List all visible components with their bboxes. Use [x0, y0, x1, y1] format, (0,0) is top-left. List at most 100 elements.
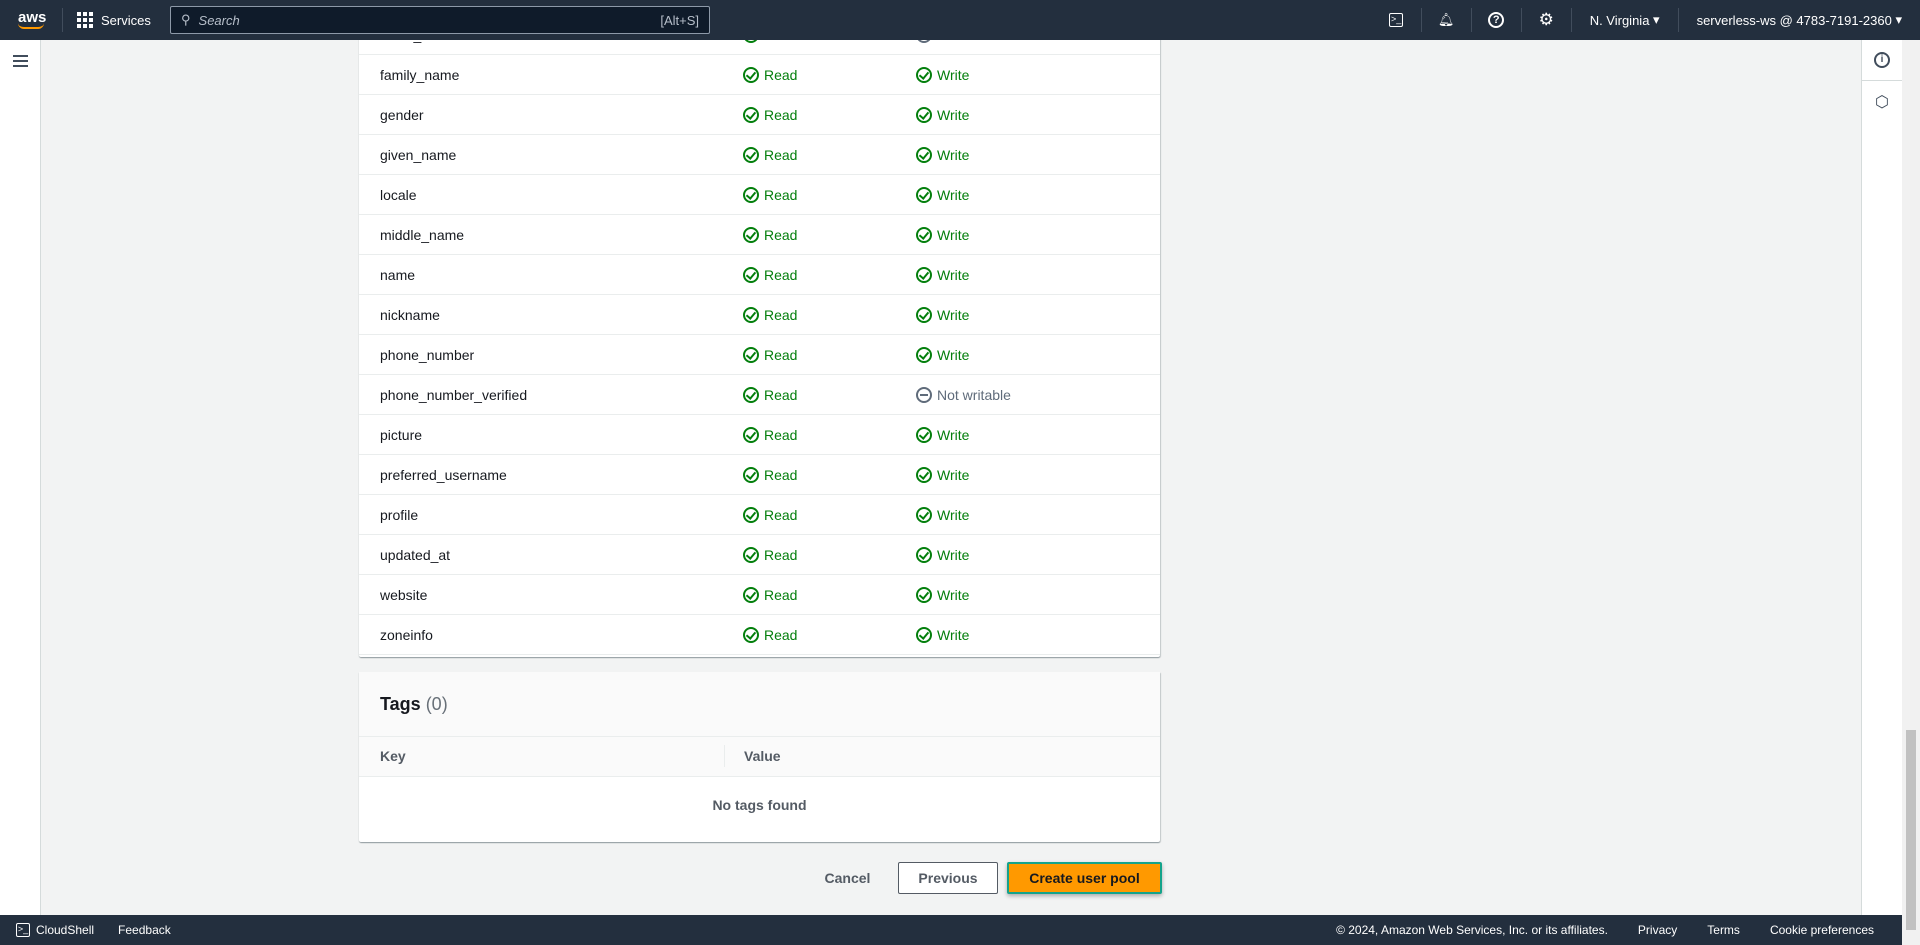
read-status: Read: [743, 506, 798, 523]
check-circle-icon: [743, 506, 759, 523]
read-label: Read: [764, 346, 798, 363]
table-row: given_name Read Write: [359, 135, 1160, 175]
tags-table-header: Key Value: [359, 737, 1160, 777]
attribute-name: gender: [380, 106, 424, 123]
read-label: Read: [764, 546, 798, 563]
wizard-actions: Cancel Previous Create user pool: [800, 862, 1162, 894]
check-circle-icon: [916, 506, 932, 523]
services-menu[interactable]: Services: [77, 12, 151, 28]
create-user-pool-button[interactable]: Create user pool: [1007, 862, 1162, 894]
write-label: Write: [937, 306, 970, 323]
check-circle-icon: [743, 386, 759, 403]
help-icon[interactable]: ?: [1472, 8, 1522, 32]
read-status: Read: [743, 386, 797, 403]
region-selector[interactable]: N. Virginia ▾: [1572, 8, 1679, 32]
previous-button[interactable]: Previous: [898, 862, 998, 894]
attribute-name: picture: [380, 426, 423, 443]
check-circle-icon: [743, 106, 759, 123]
menu-icon[interactable]: [13, 55, 28, 70]
search-placeholder: Search: [198, 12, 240, 28]
write-label: Write: [937, 186, 970, 203]
scrollbar-thumb[interactable]: [1906, 730, 1916, 930]
read-status: Read: [743, 146, 798, 163]
top-navigation: aws Services ⚲ Search [Alt+S] >_ 🔔︎ ? ⚙ …: [0, 0, 1920, 40]
search-input[interactable]: ⚲ Search [Alt+S]: [170, 6, 710, 34]
read-label: Read: [764, 146, 798, 163]
check-circle-icon: [743, 186, 759, 203]
check-circle-icon: [916, 266, 932, 283]
cloudshell-button[interactable]: >_ CloudShell: [16, 923, 94, 937]
check-circle-icon: [743, 306, 759, 323]
check-circle-icon: [916, 586, 932, 603]
logo-text: aws: [18, 9, 47, 26]
read-status: Read: [743, 266, 797, 283]
read-label: Read: [764, 106, 798, 123]
check-circle-icon: [743, 626, 759, 643]
cookie-preferences-link[interactable]: Cookie preferences: [1770, 923, 1874, 937]
read-status: Read: [743, 546, 798, 563]
check-circle-icon: [916, 146, 932, 163]
check-circle-icon: [916, 186, 932, 203]
check-circle-icon: [916, 426, 932, 443]
column-key: Key: [380, 748, 406, 764]
minus-circle-icon: [916, 386, 932, 403]
gear-icon[interactable]: ⚙: [1522, 8, 1572, 32]
write-label: Write: [937, 266, 970, 283]
write-status: Not writable: [916, 386, 1011, 403]
write-label: Write: [937, 506, 970, 523]
terms-link[interactable]: Terms: [1707, 923, 1740, 937]
cancel-button[interactable]: Cancel: [800, 862, 895, 894]
hexagon-icon[interactable]: ⬡: [1862, 81, 1902, 122]
check-circle-icon: [743, 266, 759, 283]
check-circle-icon: [743, 66, 759, 83]
read-label: Read: [764, 186, 798, 203]
check-circle-icon: [743, 586, 759, 603]
write-label: Write: [937, 106, 970, 123]
tags-header: Tags (0): [359, 672, 1160, 737]
scrollbar[interactable]: [1902, 0, 1920, 945]
read-label: Read: [764, 426, 798, 443]
attribute-permissions-table: email_verified Read Not writablefamily_n…: [359, 15, 1160, 657]
info-icon[interactable]: i: [1862, 40, 1902, 81]
attribute-name: website: [380, 586, 428, 603]
write-status: Write: [916, 586, 969, 603]
table-row: phone_number_verified Read Not writable: [359, 375, 1160, 415]
account-menu[interactable]: serverless-ws @ 4783-7191-2360 ▾: [1679, 12, 1902, 28]
attribute-name: family_name: [380, 66, 460, 83]
aws-logo[interactable]: aws: [18, 9, 52, 29]
write-status: Write: [916, 266, 970, 283]
write-label: Write: [937, 426, 970, 443]
table-row: gender Read Write: [359, 95, 1160, 135]
services-label: Services: [101, 12, 151, 28]
write-status: Write: [916, 466, 969, 483]
tags-count: (0): [425, 693, 448, 714]
read-status: Read: [743, 306, 798, 323]
attribute-name: phone_number: [380, 346, 475, 363]
feedback-link[interactable]: Feedback: [118, 923, 171, 937]
privacy-link[interactable]: Privacy: [1638, 923, 1677, 937]
table-row: middle_name Read Write: [359, 215, 1160, 255]
bell-icon[interactable]: 🔔︎: [1422, 8, 1472, 32]
table-row: picture Read Write: [359, 415, 1160, 455]
check-circle-icon: [916, 66, 932, 83]
table-row: zoneinfo Read Write: [359, 615, 1160, 655]
table-row: name Read Write: [359, 255, 1160, 295]
attribute-name: profile: [380, 506, 419, 523]
write-label: Write: [937, 146, 970, 163]
cloudshell-label: CloudShell: [36, 923, 95, 937]
read-label: Read: [764, 466, 798, 483]
read-status: Read: [743, 466, 798, 483]
read-status: Read: [743, 66, 797, 83]
check-circle-icon: [916, 626, 932, 643]
grid-icon: [77, 12, 93, 28]
tags-title: Tags: [380, 693, 421, 714]
write-status: Write: [916, 426, 970, 443]
read-label: Read: [764, 506, 798, 523]
read-label: Read: [764, 306, 798, 323]
check-circle-icon: [916, 546, 932, 563]
tools-panel: i ⬡: [1861, 40, 1902, 915]
search-icon: ⚲: [181, 12, 191, 27]
cloudshell-icon[interactable]: >_: [1372, 8, 1422, 32]
check-circle-icon: [916, 466, 932, 483]
read-status: Read: [743, 226, 797, 243]
